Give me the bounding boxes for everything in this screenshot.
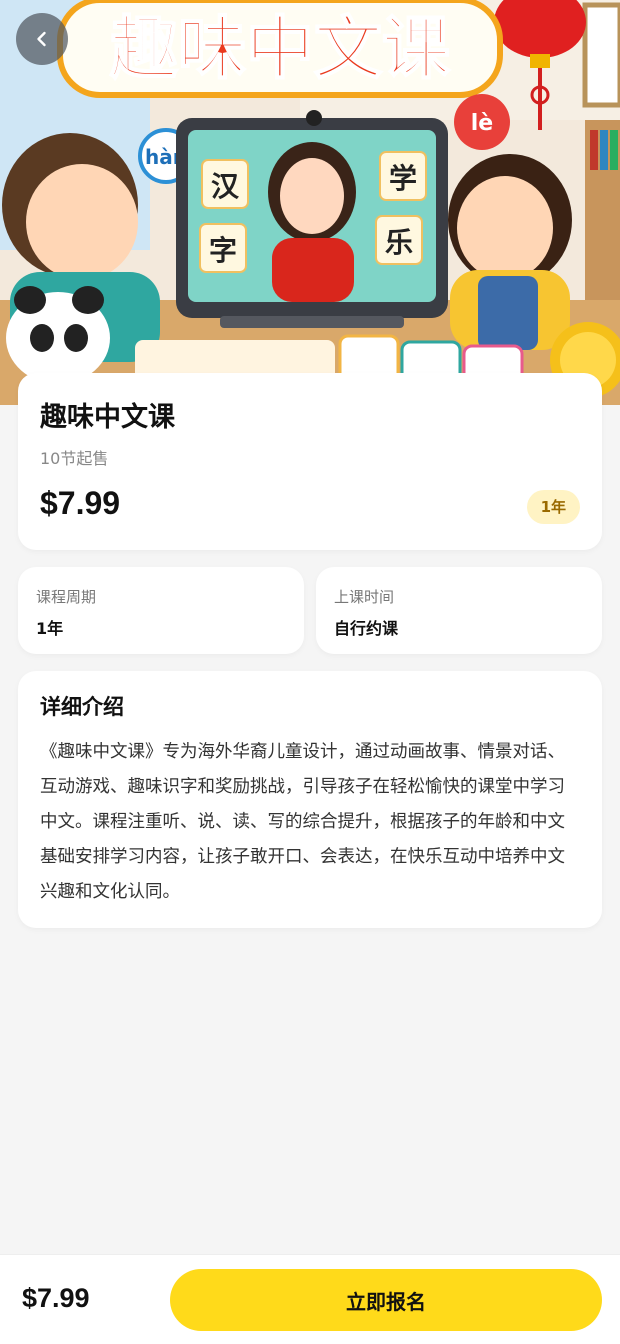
chevron-left-icon (37, 31, 46, 47)
pinyin-le: lè (471, 111, 493, 136)
char-card-han: 汉 (211, 170, 240, 203)
description-body: 《趣味中文课》专为海外华裔儿童设计，通过动画故事、情景对话、互动游戏、趣味识字和… (40, 742, 565, 902)
back-button[interactable] (16, 13, 68, 65)
duration-badge: 1年 (526, 490, 580, 524)
bottom-action-bar: $7.99 立即报名 (0, 1254, 620, 1344)
course-title: 趣味中文课 (40, 402, 175, 433)
char-card-xue: 学 (389, 162, 417, 195)
hero-illustration: 趣味中文课 hàn lè 汉 字 学 乐 (0, 0, 620, 405)
class-time-label: 上课时间 (334, 588, 395, 606)
description-title: 详细介绍 (40, 695, 124, 719)
class-time-card: 上课时间 自行约课 (316, 567, 602, 654)
hero-title-text: 趣味中文课 (110, 10, 451, 89)
course-price: $7.99 (40, 485, 121, 521)
course-period-value: 1年 (36, 619, 64, 638)
enroll-button[interactable]: 立即报名 (170, 1269, 602, 1331)
class-time-value: 自行约课 (334, 619, 399, 638)
course-subtitle: 10节起售 (40, 449, 109, 468)
hero-banner: 趣味中文课 hàn lè 汉 字 学 乐 (0, 0, 620, 405)
char-card-le: 乐 (385, 226, 413, 259)
footer-price: $7.99 (22, 1283, 90, 1313)
course-period-label: 课程周期 (36, 588, 97, 606)
description-card: 详细介绍 《趣味中文课》专为海外华裔儿童设计，通过动画故事、情景对话、互动游戏、… (18, 671, 602, 928)
course-period-card: 课程周期 1年 (18, 567, 304, 654)
char-card-zi: 字 (209, 234, 237, 267)
course-summary-card: 趣味中文课 10节起售 $7.99 1年 (18, 373, 602, 550)
